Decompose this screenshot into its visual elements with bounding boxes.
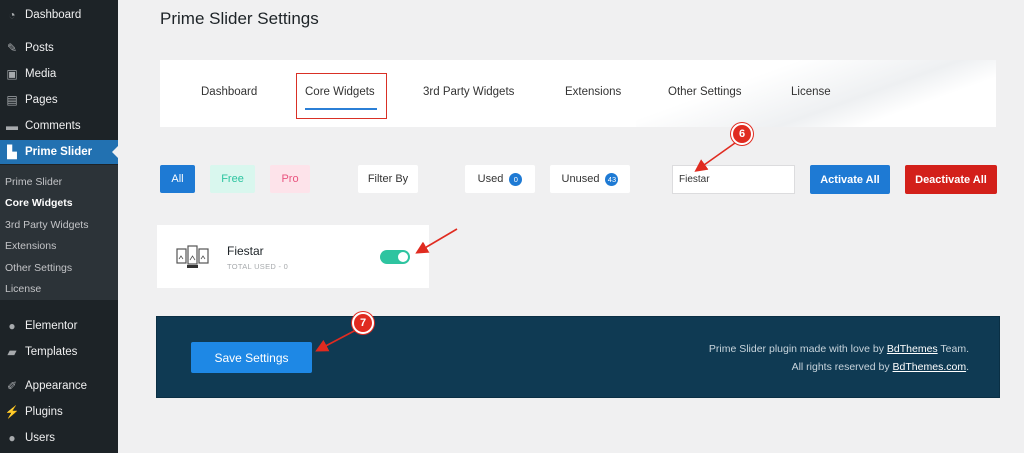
slider-widget-icon bbox=[176, 245, 209, 268]
deactivate-all-button[interactable]: Deactivate All bbox=[905, 165, 997, 194]
annotation-badge-6: 6 bbox=[731, 123, 753, 145]
pin-icon: ✎ bbox=[6, 41, 18, 55]
toggle-knob bbox=[398, 252, 408, 262]
rights-suffix: . bbox=[966, 361, 969, 373]
filter-unused-button[interactable]: Unused 43 bbox=[550, 165, 630, 193]
used-count-badge: 0 bbox=[509, 172, 523, 186]
filter-pro-button[interactable]: Pro bbox=[270, 165, 310, 193]
credit-line: Prime Slider plugin made with love by Bd… bbox=[709, 340, 969, 358]
submenu-core-widgets[interactable]: Core Widgets bbox=[5, 197, 73, 209]
settings-tabs: Dashboard Core Widgets 3rd Party Widgets… bbox=[160, 60, 996, 127]
unused-label: Unused bbox=[561, 173, 600, 185]
sidebar-item-label: Prime Slider bbox=[25, 146, 93, 158]
admin-sidebar: ◔ Dashboard ✎ Posts ▣ Media ▤ Pages ▬ Co… bbox=[0, 0, 118, 453]
sidebar-item-label: Dashboard bbox=[25, 9, 82, 21]
unused-count-badge: 43 bbox=[605, 172, 619, 186]
used-label: Used bbox=[477, 173, 504, 185]
user-icon: ● bbox=[8, 431, 16, 445]
submenu-other-settings[interactable]: Other Settings bbox=[5, 262, 72, 274]
credit-suffix: Team. bbox=[940, 343, 969, 355]
comment-icon: ▬ bbox=[6, 119, 18, 133]
annotation-badge-7: 7 bbox=[352, 312, 374, 334]
prime-slider-icon: ▙ bbox=[7, 145, 17, 159]
sidebar-item-media[interactable]: ▣ Media bbox=[0, 62, 118, 86]
submenu-license[interactable]: License bbox=[5, 283, 41, 295]
tab-dashboard[interactable]: Dashboard bbox=[201, 86, 257, 98]
sidebar-item-label: Appearance bbox=[25, 380, 88, 392]
submenu-prime-slider[interactable]: Prime Slider bbox=[5, 176, 62, 188]
highlight-box bbox=[296, 73, 387, 119]
page-title: Prime Slider Settings bbox=[160, 9, 319, 28]
pages-icon: ▤ bbox=[6, 93, 18, 107]
sidebar-item-templates[interactable]: ▰ Templates bbox=[0, 340, 118, 364]
sidebar-item-label: Media bbox=[25, 68, 57, 80]
sidebar-item-label: Users bbox=[25, 432, 56, 444]
widget-name: Fiestar bbox=[227, 244, 264, 258]
sidebar-item-pages[interactable]: ▤ Pages bbox=[0, 88, 118, 112]
widget-usage: TOTAL USED - 0 bbox=[227, 262, 289, 271]
folder-icon: ▰ bbox=[7, 345, 17, 359]
widget-card: Fiestar TOTAL USED - 0 bbox=[157, 225, 429, 288]
sidebar-item-label: Elementor bbox=[25, 320, 78, 332]
sidebar-item-elementor[interactable]: ● Elementor bbox=[0, 314, 118, 338]
filter-used-button[interactable]: Used 0 bbox=[465, 165, 535, 193]
widget-enable-toggle[interactable] bbox=[380, 250, 410, 264]
rights-prefix: All rights reserved by bbox=[791, 361, 890, 373]
media-icon: ▣ bbox=[6, 67, 18, 81]
submenu-3rd-party-widgets[interactable]: 3rd Party Widgets bbox=[5, 219, 88, 231]
footer-credit: Prime Slider plugin made with love by Bd… bbox=[709, 340, 969, 376]
filter-free-button[interactable]: Free bbox=[210, 165, 255, 193]
sidebar-item-label: Pages bbox=[25, 94, 58, 106]
tab-other-settings[interactable]: Other Settings bbox=[668, 86, 742, 98]
sidebar-item-users[interactable]: ● Users bbox=[0, 426, 118, 450]
tab-3rd-party-widgets[interactable]: 3rd Party Widgets bbox=[423, 86, 514, 98]
plug-icon: ⚡ bbox=[4, 405, 20, 419]
filter-all-button[interactable]: All bbox=[160, 165, 195, 193]
bdthemes-link[interactable]: BdThemes bbox=[887, 343, 938, 355]
brush-icon: ✐ bbox=[6, 379, 18, 393]
sidebar-item-comments[interactable]: ▬ Comments bbox=[0, 114, 118, 138]
sidebar-item-label: Plugins bbox=[25, 406, 63, 418]
activate-all-button[interactable]: Activate All bbox=[810, 165, 890, 194]
bdthemes-site-link[interactable]: BdThemes.com bbox=[893, 361, 967, 373]
sidebar-item-label: Templates bbox=[25, 346, 78, 358]
prime-slider-submenu: Prime Slider Core Widgets 3rd Party Widg… bbox=[0, 165, 118, 300]
tab-extensions[interactable]: Extensions bbox=[565, 86, 621, 98]
filter-by-button[interactable]: Filter By bbox=[358, 165, 418, 193]
submenu-extensions[interactable]: Extensions bbox=[5, 240, 56, 252]
save-settings-button[interactable]: Save Settings bbox=[191, 342, 312, 373]
tab-license[interactable]: License bbox=[791, 86, 831, 98]
settings-footer: Save Settings Prime Slider plugin made w… bbox=[156, 316, 1000, 398]
sidebar-item-dashboard[interactable]: ◔ Dashboard bbox=[0, 3, 118, 27]
dashboard-icon: ◔ bbox=[8, 8, 16, 22]
sidebar-item-prime-slider[interactable]: ▙ Prime Slider bbox=[0, 140, 118, 164]
credit-prefix: Prime Slider plugin made with love by bbox=[708, 343, 884, 355]
rights-line: All rights reserved by BdThemes.com. bbox=[709, 358, 969, 376]
sidebar-item-plugins[interactable]: ⚡ Plugins bbox=[0, 400, 118, 424]
sidebar-item-appearance[interactable]: ✐ Appearance bbox=[0, 374, 118, 398]
sidebar-item-label: Comments bbox=[25, 120, 81, 132]
widget-search-input[interactable] bbox=[672, 165, 795, 194]
elementor-icon: ● bbox=[8, 319, 16, 333]
sidebar-item-label: Posts bbox=[25, 42, 54, 54]
sidebar-item-posts[interactable]: ✎ Posts bbox=[0, 36, 118, 60]
